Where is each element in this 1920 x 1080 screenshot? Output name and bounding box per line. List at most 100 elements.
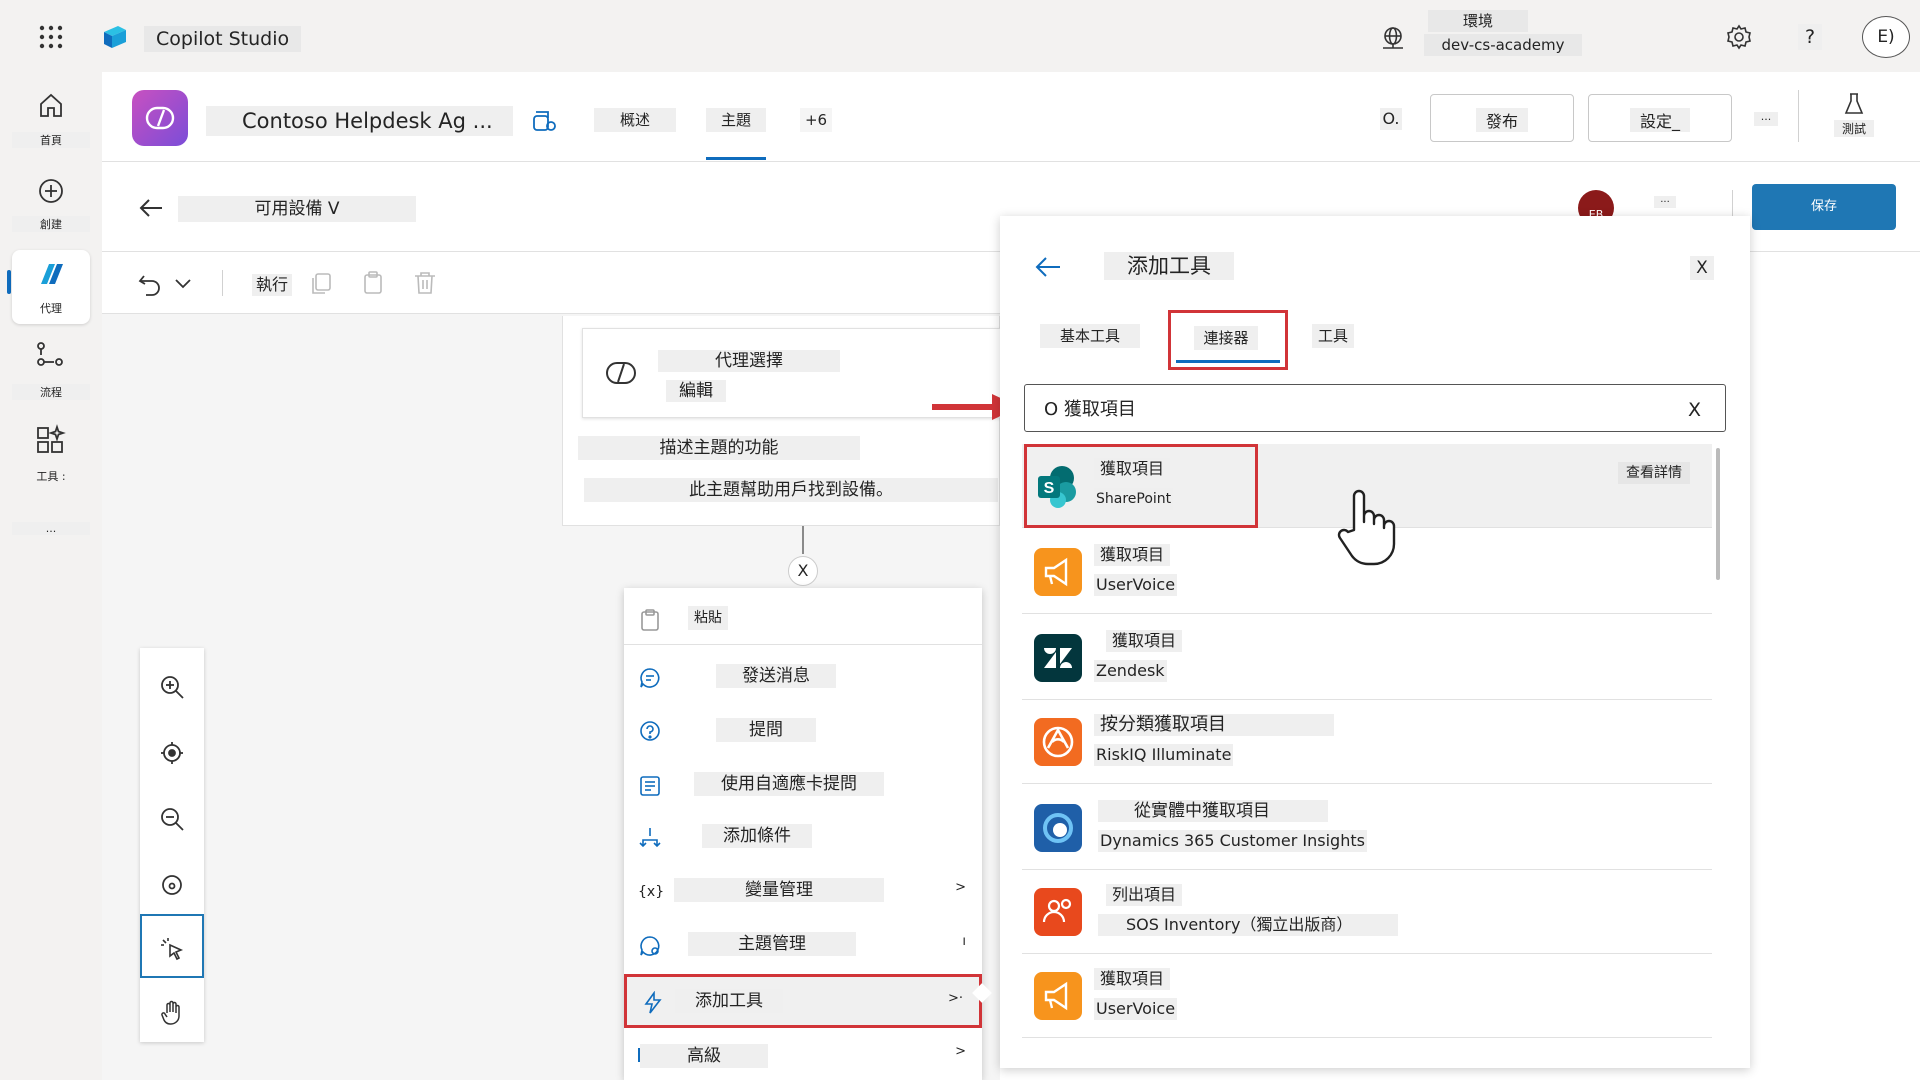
back-arrow-icon[interactable]: [138, 196, 164, 220]
menu-label-variable-management: 變量管理: [674, 878, 884, 902]
menu-divider: [624, 644, 982, 645]
view-details-link[interactable]: 查看詳情: [1618, 462, 1690, 484]
node-edit-link[interactable]: 編輯: [666, 380, 726, 402]
menu-item-send-message[interactable]: 發送消息: [624, 652, 982, 704]
rail-item-flows[interactable]: 流程: [12, 334, 90, 408]
result-highlight-box: [1024, 444, 1258, 528]
menu-item-add-tool[interactable]: 添加工具 >·: [624, 974, 982, 1028]
menu-label-advanced: 高級: [640, 1044, 768, 1068]
menu-item-variable-management[interactable]: {x} 變量管理 >: [624, 866, 982, 918]
results-scrollbar[interactable]: [1716, 448, 1720, 580]
publish-button[interactable]: 發布: [1430, 94, 1574, 142]
app-launcher-icon[interactable]: [38, 24, 64, 50]
search-clear-button[interactable]: X: [1688, 398, 1701, 422]
result-row[interactable]: 獲取項目 UserVoice: [1022, 954, 1712, 1038]
select-mode-button[interactable]: [140, 914, 204, 978]
environment-icon[interactable]: [1380, 26, 1406, 50]
settings-button[interactable]: 設定_: [1588, 94, 1732, 142]
panel-back-arrow-icon[interactable]: [1034, 254, 1062, 280]
node-connector: [802, 526, 804, 554]
zoom-out-button[interactable]: [140, 786, 204, 850]
rail-item-more[interactable]: ...: [12, 516, 90, 544]
zoom-in-icon: [161, 676, 184, 699]
result-name: 獲取項目: [1106, 630, 1183, 652]
tab-more[interactable]: +6: [800, 108, 832, 132]
test-label: 測試: [1834, 120, 1874, 137]
chevron-down-icon[interactable]: [174, 276, 192, 292]
variable-icon: {x}: [638, 884, 665, 900]
tools-icon: [37, 424, 66, 453]
menu-item-adaptive-card[interactable]: 使用自適應卡提問: [624, 760, 982, 812]
sos-inventory-icon: [1034, 888, 1082, 936]
recenter-button[interactable]: [140, 720, 204, 784]
user-avatar[interactable]: E): [1862, 16, 1910, 58]
save-button[interactable]: 保存: [1752, 184, 1896, 230]
result-name: 獲取項目: [1094, 544, 1171, 566]
pan-mode-button[interactable]: [140, 980, 204, 1044]
run-button[interactable]: 執行: [252, 274, 293, 296]
riskiq-icon: [1034, 718, 1082, 766]
paste-toolbar-icon[interactable]: [360, 270, 386, 296]
result-name: 從實體中獲取項目: [1098, 800, 1328, 822]
paste-icon: [641, 609, 659, 631]
reset-zoom-button[interactable]: [140, 852, 204, 916]
rail-item-create[interactable]: 創建: [12, 166, 90, 240]
menu-item-add-condition[interactable]: 添加條件: [624, 812, 982, 864]
result-row[interactable]: 列出項目 SOS Inventory（獨立出版商）: [1022, 870, 1712, 954]
tab-basic-tools[interactable]: 基本工具: [1040, 324, 1140, 348]
environment-name[interactable]: dev-cs-academy: [1424, 34, 1582, 56]
menu-item-advanced[interactable]: 高級 >: [624, 1030, 982, 1080]
tab-topics[interactable]: 主題: [706, 108, 766, 132]
dynamics-icon: [1034, 804, 1082, 852]
flow-icon: [37, 342, 63, 366]
result-row[interactable]: 獲取項目 Zendesk: [1022, 616, 1712, 700]
tool-icon: [644, 991, 662, 1014]
menu-item-ask-question[interactable]: 提問: [624, 706, 982, 758]
zero-indicator[interactable]: O.: [1380, 108, 1402, 130]
rail-label-home: 首頁: [12, 132, 90, 148]
copilot-studio-logo-icon: [100, 22, 132, 52]
result-row[interactable]: 從實體中獲取項目 Dynamics 365 Customer Insights: [1022, 786, 1712, 870]
panel-close-button[interactable]: X: [1690, 256, 1714, 280]
panel-title: 添加工具: [1104, 252, 1234, 280]
agent-settings-icon[interactable]: [530, 106, 558, 134]
agent-logo-icon: [145, 106, 175, 130]
settings-gear-icon[interactable]: [1726, 24, 1752, 50]
tab-overview[interactable]: 概述: [594, 108, 676, 132]
hand-cursor-icon: [1334, 486, 1398, 566]
menu-label-add-tool: 添加工具: [675, 989, 783, 1013]
menu-label-topic-management: 主題管理: [688, 932, 856, 956]
copy-icon[interactable]: [308, 270, 334, 296]
test-button[interactable]: 測試: [1834, 92, 1874, 137]
undo-icon[interactable]: [138, 272, 162, 296]
target-icon: [161, 742, 183, 764]
close-menu-button[interactable]: X: [788, 556, 818, 586]
tab-connectors[interactable]: 連接器: [1194, 326, 1258, 350]
agent-name[interactable]: Contoso Helpdesk Ag ...: [206, 106, 513, 136]
help-icon[interactable]: ?: [1798, 24, 1822, 50]
search-value[interactable]: O 獲取項目: [1044, 398, 1136, 422]
rail-item-agents[interactable]: 代理: [12, 250, 90, 324]
topic-management-icon: [640, 936, 660, 956]
zoom-in-button[interactable]: [140, 654, 204, 718]
menu-item-topic-management[interactable]: 主題管理 ı: [624, 920, 982, 972]
result-row[interactable]: 按分類獲取項目 RiskIQ Illuminate: [1022, 700, 1712, 784]
menu-label-adaptive-card: 使用自適應卡提問: [694, 772, 884, 796]
message-icon: [640, 668, 660, 688]
rail-item-home[interactable]: 首頁: [12, 82, 90, 156]
topic-title[interactable]: 可用設備 V: [178, 196, 416, 222]
uservoice-icon: [1034, 548, 1082, 596]
menu-label-send-message: 發送消息: [716, 664, 836, 688]
delete-icon[interactable]: [412, 270, 438, 296]
topic-more-button[interactable]: ...: [1654, 195, 1676, 208]
node-description[interactable]: 此主題幫助用戶找到設備。: [584, 478, 998, 502]
menu-chevron-advanced: >: [955, 1044, 966, 1059]
header-more-button[interactable]: ...: [1754, 111, 1778, 126]
environment-label: 環境: [1428, 10, 1528, 32]
rail-label-create: 創建: [12, 216, 90, 232]
tab-tools[interactable]: 工具: [1312, 324, 1354, 348]
menu-item-paste[interactable]: 粘貼: [624, 594, 982, 646]
agent-logo: [132, 90, 188, 146]
rail-item-tools[interactable]: 工具 :: [12, 418, 90, 492]
zoom-out-icon: [161, 808, 184, 831]
